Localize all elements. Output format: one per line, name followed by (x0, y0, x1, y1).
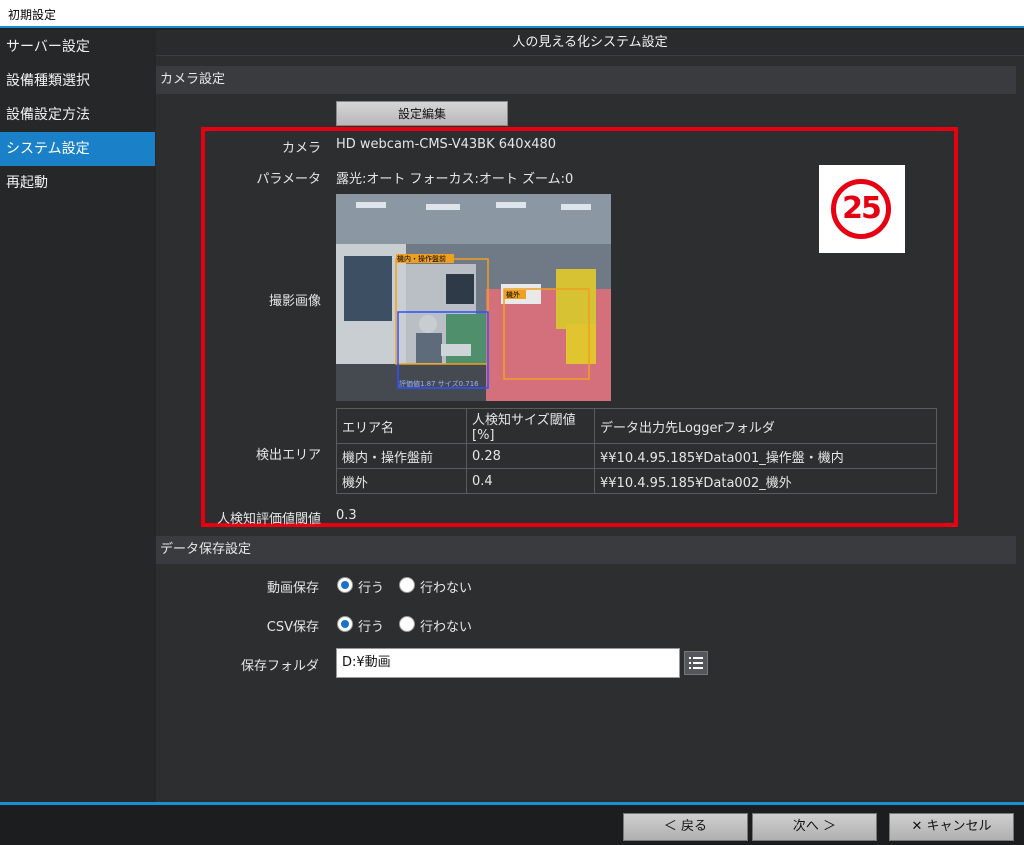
video-save-no-label: 行わない (420, 581, 473, 596)
cell-logger-folder: ¥¥10.4.95.185¥Data001_操作盤・機内 (594, 443, 937, 469)
threshold-value: 0.3 (336, 508, 357, 523)
list-icon (689, 657, 703, 669)
video-save-no-radio[interactable] (399, 577, 415, 593)
sidebar-item-server-settings[interactable]: サーバー設定 (0, 30, 156, 64)
csv-save-yes-radio[interactable] (337, 616, 353, 632)
table-header-row: エリア名 人検知サイズ閾値[%] データ出力先Loggerフォルダ (336, 408, 937, 444)
save-folder-input[interactable]: D:¥動画 (336, 648, 680, 678)
detect-area-label: 検出エリア (255, 448, 321, 463)
data-section-header: データ保存設定 (156, 536, 1016, 564)
camera-label: カメラ (281, 141, 321, 156)
overlay-label-inside: 機内・操作盤前 (397, 254, 446, 263)
camera-section-header: カメラ設定 (156, 66, 1016, 94)
sidebar-item-restart[interactable]: 再起動 (0, 166, 156, 200)
image-label: 撮影画像 (268, 294, 321, 309)
sidebar: サーバー設定 設備種類選択 設備設定方法 システム設定 再起動 (0, 30, 156, 802)
csv-save-yes-label: 行う (358, 620, 385, 635)
col-logger-folder: データ出力先Loggerフォルダ (594, 408, 937, 444)
csv-save-no-radio[interactable] (399, 616, 415, 632)
video-save-yes-radio[interactable] (337, 577, 353, 593)
sidebar-item-equipment-type[interactable]: 設備種類選択 (0, 64, 156, 98)
sidebar-item-system-settings[interactable]: システム設定 (0, 132, 155, 166)
csv-save-no-label: 行わない (420, 620, 473, 635)
cell-size-threshold: 0.4 (466, 468, 595, 494)
col-area-name: エリア名 (336, 408, 467, 444)
edit-settings-button[interactable]: 設定編集 (336, 101, 508, 126)
col-size-threshold: 人検知サイズ閾値[%] (466, 408, 595, 444)
camera-value: HD webcam-CMS-V43BK 640x480 (336, 137, 557, 152)
camera-image-svg: 機内・操作盤前 機外 評価値1.87 サイズ0.716 (336, 194, 611, 401)
number-badge: 25 (819, 165, 905, 253)
overlay-label-outside: 機外 (506, 290, 520, 299)
table-row: 機外 0.4 ¥¥10.4.95.185¥Data002_機外 (336, 468, 937, 494)
window-title: 初期設定 (8, 8, 57, 22)
video-save-label: 動画保存 (266, 581, 319, 596)
window-titlebar: 初期設定 (0, 0, 1024, 28)
cell-size-threshold: 0.28 (466, 443, 595, 469)
back-button[interactable]: ＜ 戻る (623, 813, 748, 841)
cell-logger-folder: ¥¥10.4.95.185¥Data002_機外 (594, 468, 937, 494)
param-value: 露光:オート フォーカス:オート ズーム:0 (336, 172, 574, 187)
threshold-label: 人検知評価値閾値 (216, 512, 321, 527)
badge-number: 25 (831, 179, 891, 239)
cell-area-name: 機内・操作盤前 (336, 443, 467, 469)
sidebar-item-equipment-method[interactable]: 設備設定方法 (0, 98, 156, 132)
main-panel: 人の見える化システム設定 カメラ設定 設定編集 カメラ HD webcam-CM… (156, 30, 1024, 802)
video-save-yes-label: 行う (358, 581, 385, 596)
save-folder-label: 保存フォルダ (240, 659, 319, 674)
overlay-detection-text: 評価値1.87 サイズ0.716 (399, 379, 479, 388)
param-label: パラメータ (256, 172, 321, 187)
camera-image: 機内・操作盤前 機外 評価値1.87 サイズ0.716 (336, 194, 611, 401)
csv-save-label: CSV保存 (266, 620, 319, 635)
cancel-button[interactable]: ✕ キャンセル (889, 813, 1014, 841)
page-title: 人の見える化システム設定 (156, 30, 1024, 56)
footer-bar: ＜ 戻る 次へ ＞ ✕ キャンセル (0, 802, 1024, 845)
detection-area-table: エリア名 人検知サイズ閾値[%] データ出力先Loggerフォルダ 機内・操作盤… (336, 408, 937, 494)
table-row: 機内・操作盤前 0.28 ¥¥10.4.95.185¥Data001_操作盤・機… (336, 443, 937, 469)
browse-folder-button[interactable] (684, 651, 708, 675)
next-button[interactable]: 次へ ＞ (752, 813, 877, 841)
cell-area-name: 機外 (336, 468, 467, 494)
